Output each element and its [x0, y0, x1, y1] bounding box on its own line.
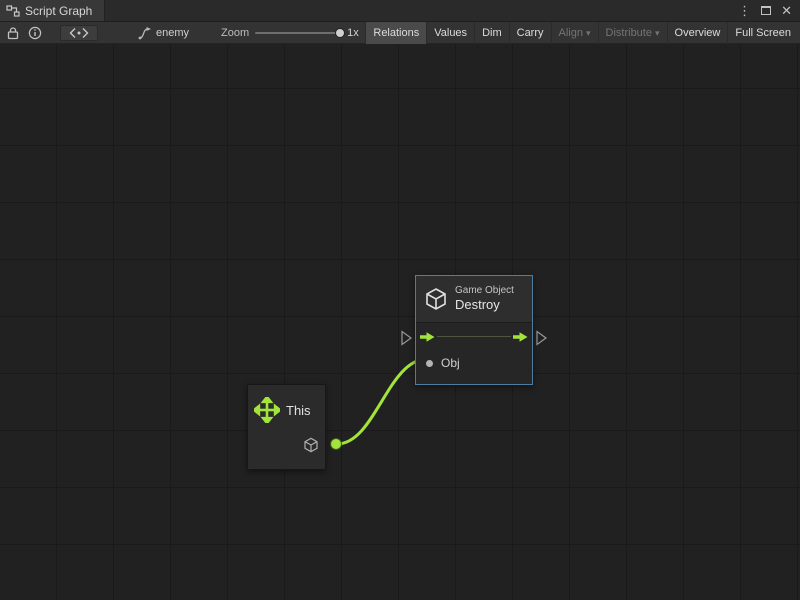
move-crosshair-icon — [254, 397, 280, 423]
tab-title: Script Graph — [25, 4, 92, 18]
relations-button[interactable]: Relations — [365, 22, 426, 44]
chevron-down-icon: ▾ — [655, 28, 660, 39]
node-title: Destroy — [455, 297, 514, 313]
chevron-down-icon: ▾ — [586, 28, 591, 39]
graph-inspector-toggle[interactable] — [60, 25, 98, 41]
node-title: This — [286, 403, 311, 418]
connections-overlay — [0, 44, 800, 600]
titlebar: Script Graph ⋮ ✕ — [0, 0, 800, 22]
align-button[interactable]: Align ▾ — [551, 22, 598, 44]
window-menu-icon[interactable]: ⋮ — [738, 4, 751, 17]
script-graph-window: Script Graph ⋮ ✕ — [0, 0, 800, 600]
fullscreen-button[interactable]: Full Screen — [727, 22, 798, 44]
destroy-flow-output-port[interactable] — [537, 332, 546, 345]
values-button[interactable]: Values — [426, 22, 474, 44]
node-destroy[interactable]: Game Object Destroy Obj — [415, 275, 533, 385]
game-object-cube-icon — [424, 287, 448, 311]
flow-out-arrow-icon[interactable] — [513, 331, 528, 343]
info-button[interactable] — [24, 23, 46, 43]
titlebar-spacer — [105, 0, 738, 21]
graph-canvas[interactable]: Game Object Destroy Obj — [0, 44, 800, 600]
graph-breadcrumb[interactable]: enemy — [138, 26, 189, 40]
graph-toolbar: enemy Zoom 1x Relations Values Dim Carry — [0, 22, 800, 44]
tab-script-graph[interactable]: Script Graph — [0, 0, 105, 21]
this-node-header: This — [248, 385, 325, 423]
overview-button[interactable]: Overview — [667, 22, 728, 44]
zoom-value: 1x — [347, 27, 359, 39]
code-brackets-icon — [68, 26, 90, 40]
lock-icon — [6, 26, 20, 40]
node-category: Game Object — [455, 285, 514, 298]
script-graph-icon — [6, 4, 20, 18]
connection-wire-this-to-obj[interactable] — [337, 359, 427, 444]
destroy-node-header: Game Object Destroy — [416, 276, 532, 322]
zoom-slider-knob[interactable] — [335, 28, 345, 38]
obj-port-label: Obj — [441, 356, 460, 370]
zoom-slider[interactable] — [255, 32, 341, 34]
this-output-port[interactable] — [331, 439, 342, 450]
close-icon[interactable]: ✕ — [781, 4, 792, 17]
destroy-flow-input-port[interactable] — [402, 332, 411, 345]
dim-button[interactable]: Dim — [474, 22, 509, 44]
zoom-control: Zoom 1x — [221, 27, 359, 39]
zoom-label: Zoom — [221, 27, 249, 39]
flow-in-arrow-icon[interactable] — [420, 331, 435, 343]
toolbar-buttons: Relations Values Dim Carry Align ▾ Distr… — [365, 22, 798, 44]
destroy-flow-row — [416, 322, 532, 350]
distribute-button[interactable]: Distribute ▾ — [598, 22, 667, 44]
maximize-icon[interactable] — [761, 6, 771, 15]
destroy-node-titles: Game Object Destroy — [455, 285, 514, 314]
node-this[interactable]: This — [247, 384, 326, 470]
obj-input-port[interactable] — [426, 360, 433, 367]
script-graph-asset-icon — [138, 26, 152, 40]
window-controls: ⋮ ✕ — [738, 0, 800, 21]
graph-name: enemy — [156, 27, 189, 39]
lock-button[interactable] — [2, 23, 24, 43]
relation-line — [437, 336, 511, 337]
info-icon — [28, 26, 42, 40]
carry-button[interactable]: Carry — [509, 22, 551, 44]
destroy-obj-port-row: Obj — [416, 350, 532, 376]
this-output-cube-icon[interactable] — [303, 437, 319, 453]
